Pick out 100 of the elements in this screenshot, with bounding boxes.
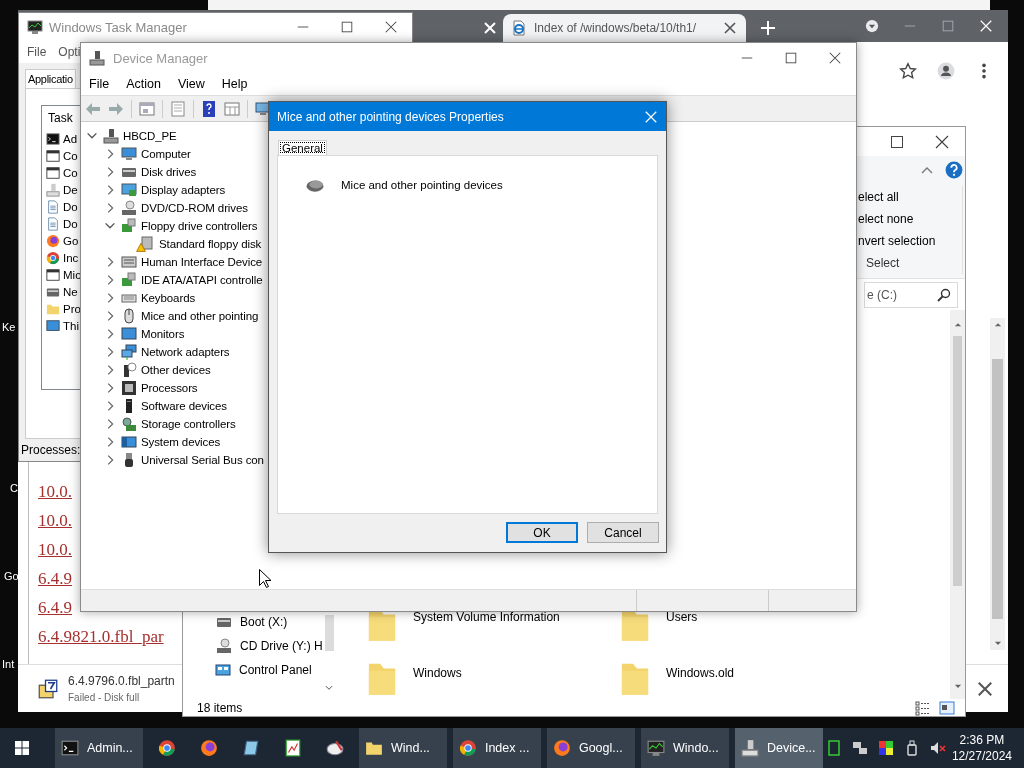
tree-item-label[interactable]: Software devices <box>141 400 227 412</box>
desktop-icon-label[interactable]: C <box>10 482 18 494</box>
nav-item[interactable]: Boot (X:) <box>240 615 288 629</box>
search-field[interactable]: e (C:) <box>864 281 958 308</box>
tree-item-label[interactable]: Monitors <box>141 328 185 340</box>
details-view-icon[interactable] <box>915 699 931 716</box>
tree-item-label[interactable]: IDE ATA/ATAPI controlle <box>141 274 263 286</box>
window-title: Windows Task Manager <box>49 19 187 35</box>
tree-item-label[interactable]: DVD/CD-ROM drives <box>141 202 248 214</box>
tree-item-label[interactable]: Processors <box>141 382 198 394</box>
tree-item-label[interactable]: Human Interface Device <box>141 256 263 268</box>
tiles-view-icon[interactable] <box>939 699 955 716</box>
application-item[interactable]: Co <box>63 166 78 179</box>
ribbon-command[interactable]: nvert selection <box>858 230 962 252</box>
help-icon[interactable] <box>201 100 217 117</box>
star-icon[interactable] <box>899 62 917 80</box>
application-item[interactable]: Do <box>63 200 78 213</box>
tree-item-label[interactable]: Disk drives <box>141 166 197 178</box>
scrollbar[interactable] <box>950 310 965 699</box>
tree-item-label[interactable]: HBCD_PE <box>123 130 177 142</box>
download-file-name[interactable]: 6.4.9796.0.fbl_partn <box>68 674 175 688</box>
application-item[interactable]: Pro <box>63 302 81 315</box>
application-item[interactable]: Co <box>63 149 78 162</box>
close-icon[interactable] <box>384 20 398 34</box>
link[interactable]: 6.4.9 <box>38 593 72 622</box>
desktop-icon-label[interactable]: Go <box>4 570 19 582</box>
clock-time[interactable]: 2:36 PM <box>959 732 1005 748</box>
file-name[interactable]: Users <box>666 610 698 624</box>
tree-item-label[interactable]: Network adapters <box>141 346 230 358</box>
application-item[interactable]: Thi <box>63 319 79 332</box>
chevron-down-icon[interactable] <box>324 683 335 693</box>
taskbar-button[interactable]: Device... <box>734 728 823 768</box>
dropdown-icon[interactable] <box>865 19 879 33</box>
link[interactable]: 6.4.9 <box>38 564 72 593</box>
taskbar-button[interactable]: Windo... <box>640 728 729 768</box>
file-name[interactable]: Windows.old <box>666 666 735 680</box>
link[interactable]: 6.4.9821.0.fbl_par <box>38 622 164 651</box>
application-item[interactable]: De <box>63 183 78 196</box>
menu-item[interactable]: Opti <box>58 45 81 59</box>
dialog-button[interactable]: OK <box>506 522 578 543</box>
scrollbar[interactable] <box>990 318 1005 650</box>
ribbon-command[interactable]: elect all <box>858 186 962 208</box>
ribbon-command[interactable]: elect none <box>858 208 962 230</box>
chart-document-icon <box>283 739 302 757</box>
link[interactable]: 10.0. <box>38 535 72 564</box>
help-icon[interactable] <box>945 161 963 179</box>
dialog-button[interactable]: Cancel <box>587 522 659 543</box>
monitor-icon[interactable] <box>255 100 271 117</box>
tree-item-label[interactable]: Computer <box>141 148 191 160</box>
application-item[interactable]: Go <box>63 234 79 247</box>
tree-item-label[interactable]: Display adapters <box>141 184 226 196</box>
taskbar-button[interactable]: Wind... <box>358 728 447 768</box>
tree-item-label[interactable]: Other devices <box>141 364 211 376</box>
link[interactable]: 10.0. <box>38 477 72 506</box>
file-name[interactable]: System Volume Information <box>413 610 560 624</box>
desktop-icon-label[interactable]: Ke <box>2 321 16 333</box>
tree-item-label[interactable]: System devices <box>141 436 221 448</box>
clock-date[interactable]: 12/27/2024 <box>951 748 1012 764</box>
tree-item-label[interactable]: Keyboards <box>141 292 196 304</box>
link[interactable]: 10.0. <box>38 506 72 535</box>
application-item[interactable]: Mic <box>63 268 81 281</box>
tab[interactable]: Applicatio <box>25 69 76 88</box>
start-icon[interactable] <box>13 740 30 756</box>
tree-item-label[interactable]: Storage controllers <box>141 418 236 430</box>
menu-item[interactable]: Help <box>221 77 248 91</box>
close-icon[interactable] <box>934 133 950 150</box>
application-item[interactable]: Do <box>63 217 78 230</box>
network-icon[interactable] <box>851 740 868 756</box>
menu-item[interactable]: Action <box>126 77 161 91</box>
maximize-icon[interactable] <box>889 133 905 150</box>
color-icon[interactable] <box>877 740 894 756</box>
taskbar-button[interactable]: Index ... <box>452 728 541 768</box>
close-icon[interactable] <box>482 20 498 36</box>
menu-item[interactable]: File <box>89 77 110 91</box>
menu-item[interactable]: File <box>27 45 47 59</box>
profile-icon[interactable] <box>937 62 955 80</box>
application-item[interactable]: Ad <box>63 132 78 145</box>
tree-item-label[interactable]: Floppy drive controllers <box>141 220 258 232</box>
taskbar-button[interactable]: Admin... <box>54 728 143 768</box>
scroll-thumb[interactable] <box>953 336 962 586</box>
tree-item-label[interactable]: Universal Serial Bus con <box>141 454 264 466</box>
tab[interactable]: General <box>278 140 327 155</box>
menu-item[interactable]: View <box>177 77 205 91</box>
application-item[interactable]: Inc <box>63 251 79 264</box>
close-icon[interactable] <box>828 51 842 65</box>
new-tab-icon[interactable] <box>760 20 776 36</box>
speaker-muted-icon[interactable] <box>929 740 946 756</box>
close-icon[interactable] <box>722 20 738 36</box>
tree-item-label[interactable]: Mice and other pointing <box>141 310 259 322</box>
desktop-icon-label[interactable]: Int <box>2 658 15 670</box>
tree-item-label[interactable]: Standard floppy disk <box>159 238 262 250</box>
nav-item[interactable]: CD Drive (Y:) H <box>240 639 323 653</box>
application-item[interactable]: Ne <box>63 285 78 298</box>
browser-tab[interactable]: Index of /windows/beta/10/th1/ <box>503 14 746 42</box>
file-name[interactable]: Windows <box>413 666 462 680</box>
chip-icon[interactable] <box>825 740 842 756</box>
nav-item[interactable]: Control Panel <box>239 663 312 677</box>
scroll-thumb[interactable] <box>324 615 334 651</box>
taskbar-button[interactable]: Googl... <box>546 728 635 768</box>
scroll-thumb[interactable] <box>992 359 1003 619</box>
